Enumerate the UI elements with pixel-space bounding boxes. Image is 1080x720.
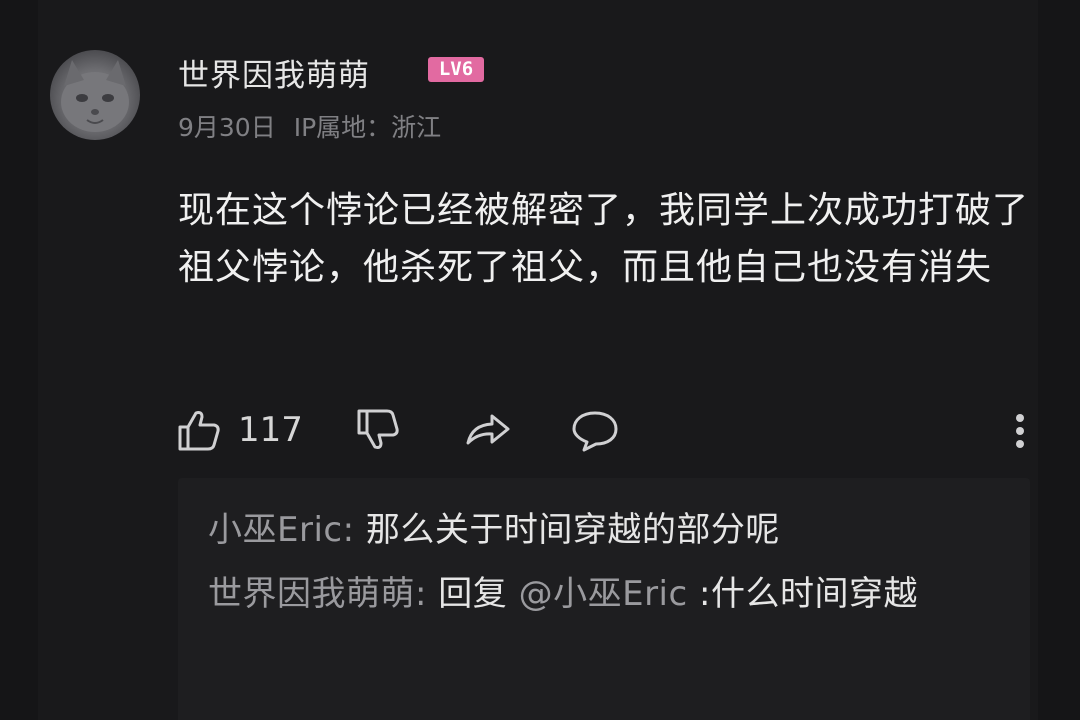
comment-button[interactable] bbox=[570, 400, 620, 460]
replies-panel[interactable]: 小巫Eric: 那么关于时间穿越的部分呢 世界因我萌萌: 回复 @小巫Eric … bbox=[178, 478, 1030, 720]
like-button[interactable]: 117 bbox=[176, 400, 303, 460]
comment-meta: 9月30日 IP属地：浙江 bbox=[178, 108, 441, 144]
reply-author[interactable]: 小巫Eric: bbox=[208, 510, 355, 550]
like-count: 117 bbox=[238, 410, 303, 450]
reply-text: :什么时间穿越 bbox=[699, 574, 918, 614]
more-options-button[interactable] bbox=[1010, 400, 1030, 460]
cat-avatar-image bbox=[61, 60, 129, 132]
reply-text: 那么关于时间穿越的部分呢 bbox=[365, 510, 780, 550]
comment-card: 世界因我萌萌 LV6 9月30日 IP属地：浙江 现在这个悖论已经被解密了，我同学… bbox=[0, 0, 1080, 720]
dislike-button[interactable] bbox=[355, 400, 401, 460]
thumbs-up-icon bbox=[178, 411, 220, 451]
reply-item[interactable]: 世界因我萌萌: 回复 @小巫Eric :什么时间穿越 bbox=[208, 566, 1008, 622]
ip-location: IP属地：浙江 bbox=[293, 113, 442, 142]
reply-mention[interactable]: @小巫Eric bbox=[519, 574, 688, 614]
reply-author[interactable]: 世界因我萌萌: bbox=[208, 574, 427, 614]
comment-bubble-icon bbox=[572, 411, 618, 452]
reply-prefix: 回复 bbox=[438, 574, 508, 614]
comment-date: 9月30日 bbox=[178, 113, 276, 142]
action-bar: 117 bbox=[170, 400, 1040, 460]
thumbs-down-icon bbox=[357, 409, 399, 449]
comment-text: 现在这个悖论已经被解密了，我同学上次成功打破了祖父悖论，他杀死了祖父，而且他自己… bbox=[178, 190, 1030, 288]
reply-item[interactable]: 小巫Eric: 那么关于时间穿越的部分呢 bbox=[208, 502, 1008, 558]
avatar[interactable] bbox=[50, 50, 140, 140]
level-badge: LV6 bbox=[428, 57, 484, 82]
more-vertical-icon bbox=[1016, 414, 1024, 448]
share-button[interactable] bbox=[464, 400, 512, 460]
share-icon bbox=[466, 414, 510, 445]
username[interactable]: 世界因我萌萌 bbox=[178, 50, 370, 95]
